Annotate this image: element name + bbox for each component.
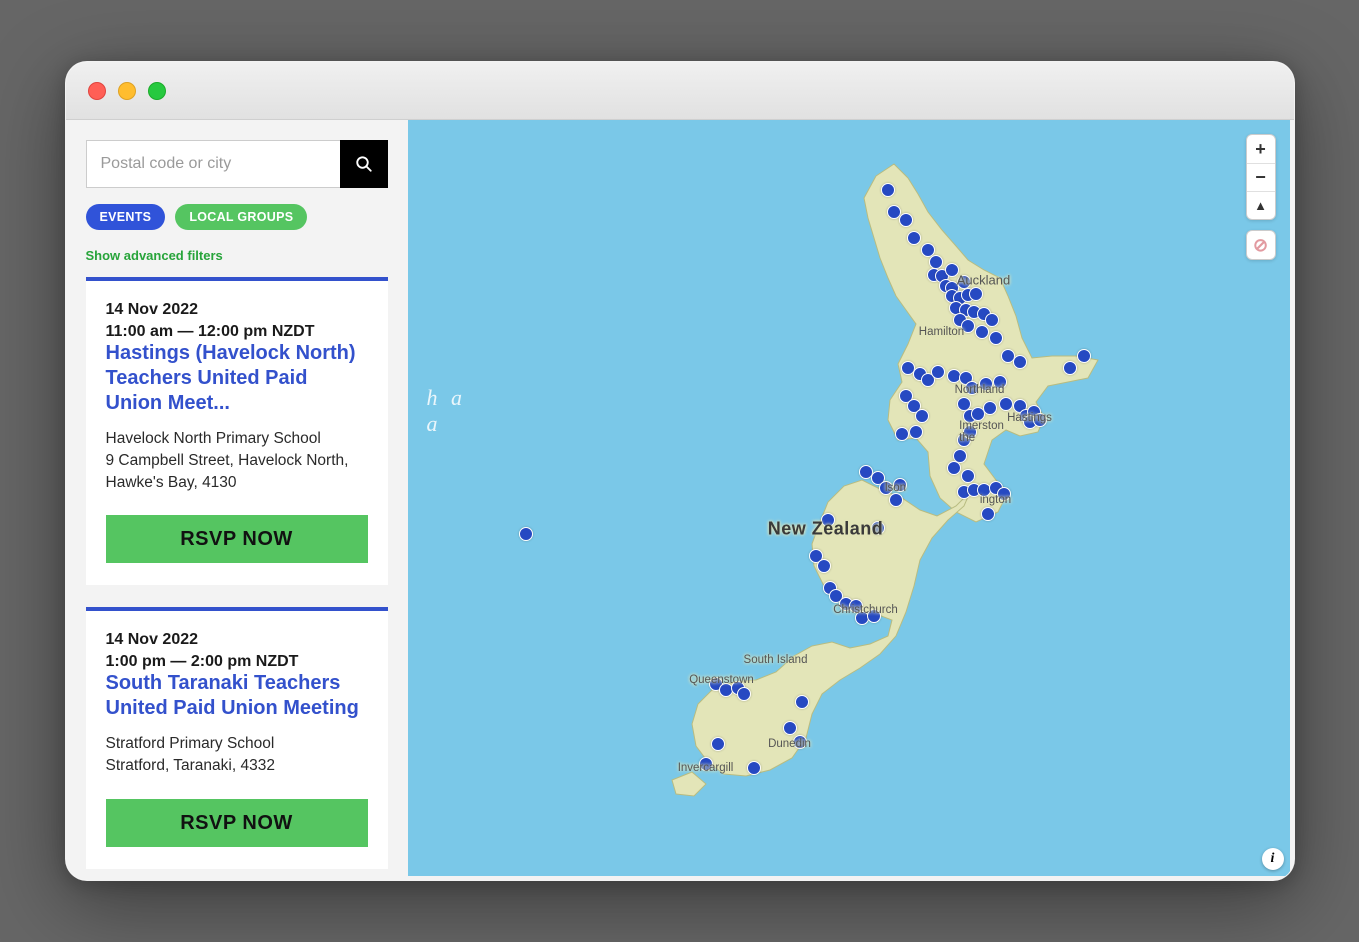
- layer-toggle-button[interactable]: ⊘: [1247, 231, 1275, 259]
- event-location: Havelock North Primary School: [106, 430, 368, 448]
- titlebar: [66, 62, 1294, 120]
- search-bar: [86, 140, 388, 188]
- content: EVENTS LOCAL GROUPS Show advanced filter…: [66, 120, 1294, 880]
- filter-pills: EVENTS LOCAL GROUPS: [86, 204, 388, 230]
- map-label: Auckland: [957, 273, 1010, 288]
- event-time: 1:00 pm — 2:00 pm NZDT: [106, 653, 368, 671]
- map-pin[interactable]: [737, 687, 751, 701]
- map-label: New Zealand: [768, 519, 884, 540]
- app-window: EVENTS LOCAL GROUPS Show advanced filter…: [65, 61, 1295, 881]
- map-pin[interactable]: [795, 695, 809, 709]
- events-list[interactable]: 14 Nov 2022 11:00 am — 12:00 pm NZDT Has…: [86, 277, 388, 880]
- map-label: lson: [885, 482, 906, 494]
- close-icon[interactable]: [88, 82, 106, 100]
- rsvp-button[interactable]: RSVP NOW: [106, 515, 368, 563]
- map-pin[interactable]: [989, 331, 1003, 345]
- map-pin[interactable]: [999, 397, 1013, 411]
- map-pin[interactable]: [929, 255, 943, 269]
- map-label: Northland: [955, 384, 1005, 396]
- map-pin[interactable]: [981, 507, 995, 521]
- map-pin[interactable]: [1077, 349, 1091, 363]
- map-pin[interactable]: [899, 213, 913, 227]
- event-address: 9 Campbell Street, Havelock North, Hawke…: [106, 450, 368, 493]
- map-pin[interactable]: [947, 461, 961, 475]
- map-pin[interactable]: [985, 313, 999, 327]
- map-label: South Island: [744, 654, 808, 666]
- map-label: Dunedin: [768, 738, 811, 750]
- events-pill[interactable]: EVENTS: [86, 204, 166, 230]
- compass-button[interactable]: ▲: [1247, 191, 1275, 219]
- search-button[interactable]: [340, 140, 388, 188]
- map-label: Invercargill: [678, 762, 734, 774]
- map-pin[interactable]: [1013, 355, 1027, 369]
- event-date: 14 Nov 2022: [106, 301, 368, 319]
- zoom-in-button[interactable]: +: [1247, 135, 1275, 163]
- map-pin[interactable]: [907, 231, 921, 245]
- local-groups-pill[interactable]: LOCAL GROUPS: [175, 204, 307, 230]
- zoom-out-button[interactable]: −: [1247, 163, 1275, 191]
- search-icon: [355, 155, 373, 173]
- event-card: 14 Nov 2022 11:00 am — 12:00 pm NZDT Has…: [86, 277, 388, 585]
- map-label: Christchurch: [833, 604, 898, 616]
- map-pin[interactable]: [783, 721, 797, 735]
- map-pin[interactable]: [881, 183, 895, 197]
- attribution-icon[interactable]: i: [1262, 848, 1284, 870]
- map-pin[interactable]: [909, 425, 923, 439]
- nz-landmass: [408, 120, 1288, 876]
- event-title-link[interactable]: South Taranaki Teachers United Paid Unio…: [106, 672, 359, 719]
- event-card: 14 Nov 2022 1:00 pm — 2:00 pm NZDT South…: [86, 607, 388, 869]
- map-label: Hamilton: [919, 326, 964, 338]
- map-controls: + − ▲ ⊘: [1246, 134, 1276, 270]
- map-label: Queenstown: [689, 674, 754, 686]
- map[interactable]: h a n a Auckland Hamilton Northland Hasting…: [408, 120, 1290, 876]
- advanced-filters-link[interactable]: Show advanced filters: [86, 248, 388, 263]
- map-pin[interactable]: [983, 401, 997, 415]
- map-pin[interactable]: [969, 287, 983, 301]
- sidebar: EVENTS LOCAL GROUPS Show advanced filter…: [66, 120, 408, 880]
- map-pin[interactable]: [931, 365, 945, 379]
- search-input[interactable]: [86, 140, 340, 188]
- map-pin[interactable]: [1063, 361, 1077, 375]
- event-location: Stratford Primary School: [106, 735, 368, 753]
- map-pin[interactable]: [519, 527, 533, 541]
- map-pin[interactable]: [915, 409, 929, 423]
- map-pin[interactable]: [817, 559, 831, 573]
- map-pin[interactable]: [889, 493, 903, 507]
- minimize-icon[interactable]: [118, 82, 136, 100]
- event-date: 14 Nov 2022: [106, 631, 368, 649]
- map-pin[interactable]: [747, 761, 761, 775]
- map-pin[interactable]: [961, 469, 975, 483]
- map-pin[interactable]: [895, 427, 909, 441]
- event-address: Stratford, Taranaki, 4332: [106, 755, 368, 777]
- map-label: ington: [980, 494, 1011, 506]
- event-time: 11:00 am — 12:00 pm NZDT: [106, 323, 368, 341]
- sea-label: h a n a: [408, 385, 468, 437]
- map-label: Imerston the: [959, 420, 1004, 444]
- maximize-icon[interactable]: [148, 82, 166, 100]
- map-label: Hastings: [1007, 412, 1052, 424]
- map-pin[interactable]: [711, 737, 725, 751]
- event-title-link[interactable]: Hastings (Havelock North) Teachers Unite…: [106, 342, 356, 414]
- rsvp-button[interactable]: RSVP NOW: [106, 799, 368, 847]
- map-pin[interactable]: [975, 325, 989, 339]
